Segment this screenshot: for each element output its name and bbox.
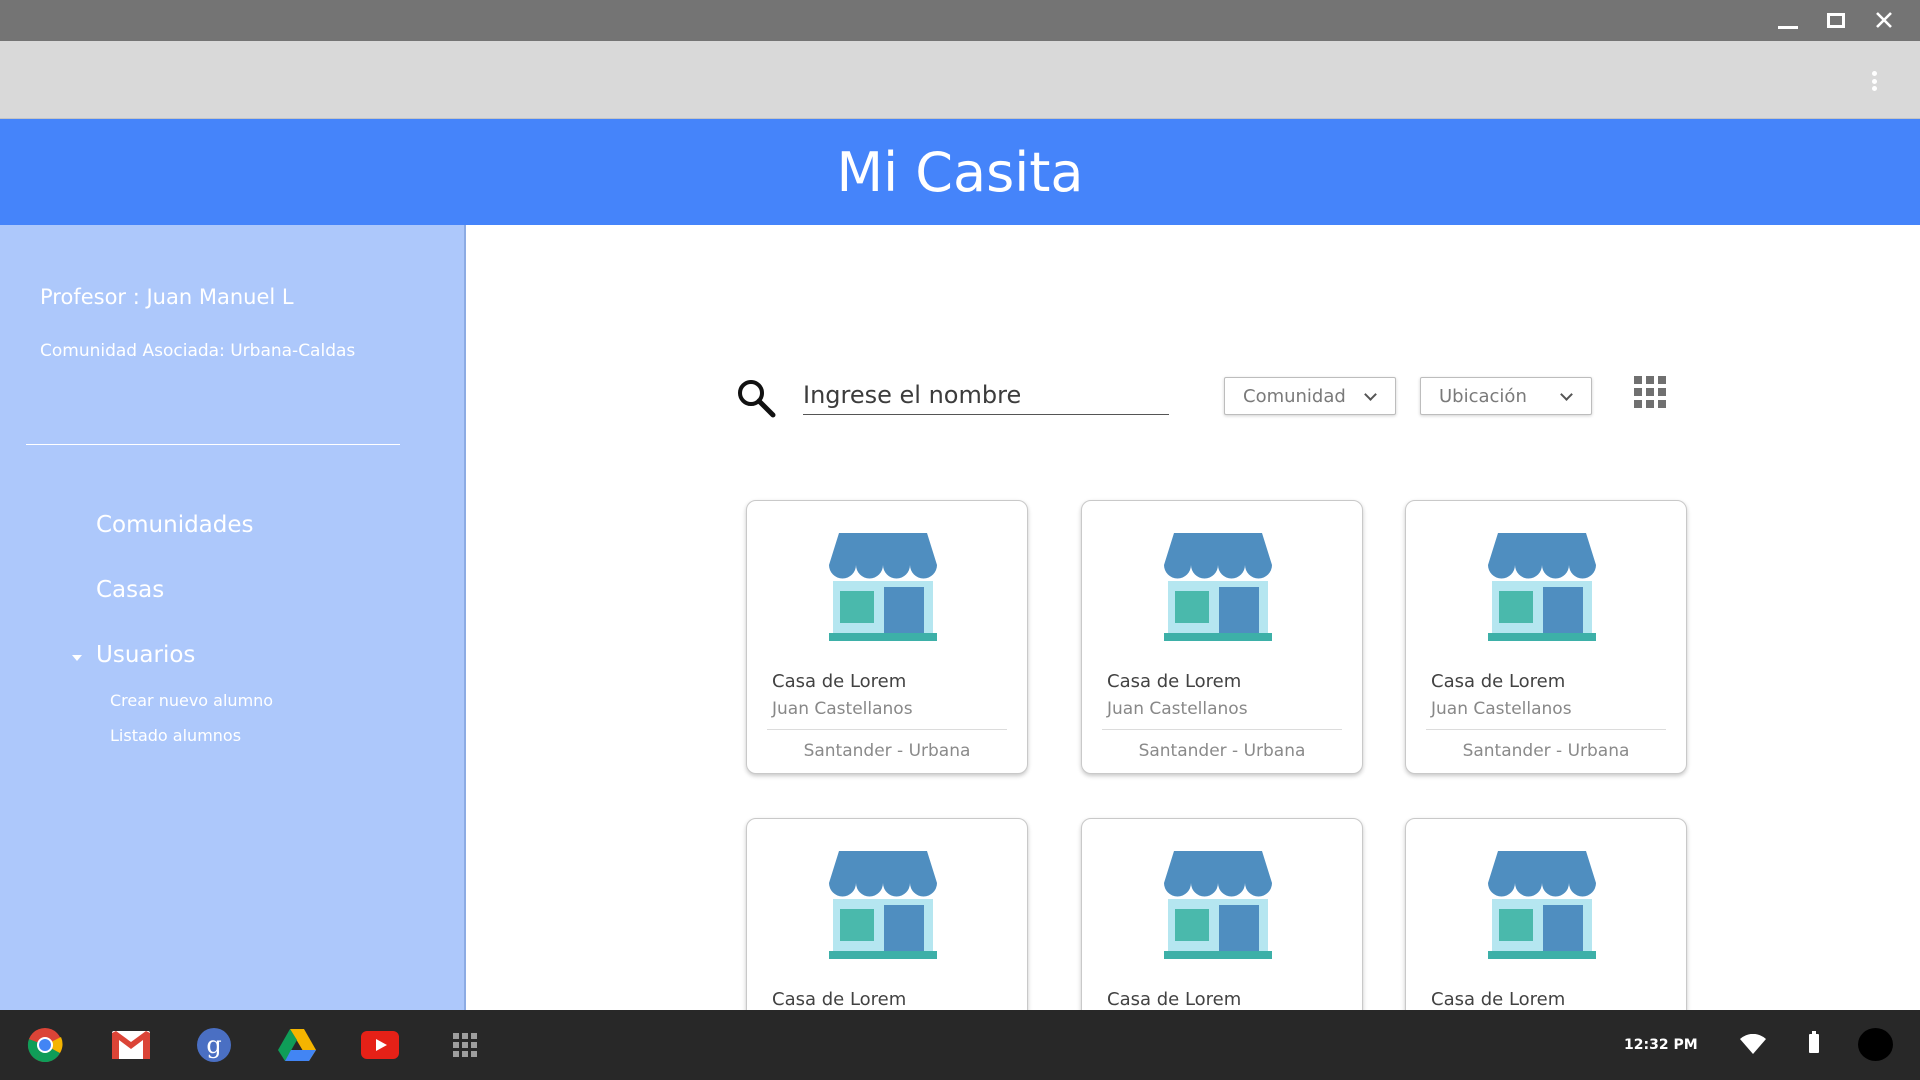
- minimize-button[interactable]: [1772, 6, 1804, 34]
- house-icon: [1164, 533, 1272, 641]
- browser-toolbar: [0, 41, 1920, 119]
- card-title: Casa de Lorem: [1431, 989, 1566, 1010]
- google-plus-icon[interactable]: g: [195, 1027, 233, 1063]
- profesor-label: Profesor : Juan Manuel L: [40, 285, 294, 309]
- house-card[interactable]: Casa de Lorem: [746, 818, 1028, 1010]
- house-card[interactable]: Casa de Lorem: [1081, 818, 1363, 1010]
- more-options-icon[interactable]: [1862, 69, 1886, 93]
- house-icon: [1164, 851, 1272, 959]
- sidebar-divider: [26, 444, 400, 445]
- card-title: Casa de Lorem: [772, 989, 907, 1010]
- card-divider: [1102, 729, 1342, 730]
- house-icon: [1488, 533, 1596, 641]
- chrome-icon[interactable]: [26, 1027, 64, 1063]
- house-card[interactable]: Casa de Lorem Juan Castellanos Santander…: [746, 500, 1028, 774]
- card-divider: [767, 729, 1007, 730]
- close-icon: [1876, 12, 1892, 28]
- house-card[interactable]: Casa de Lorem Juan Castellanos Santander…: [1081, 500, 1363, 774]
- sidebar-subitem-listado-alumnos[interactable]: Listado alumnos: [110, 726, 241, 745]
- app-title: Mi Casita: [836, 140, 1084, 204]
- drive-icon[interactable]: [278, 1027, 316, 1063]
- sidebar-item-usuarios[interactable]: Usuarios: [96, 642, 195, 668]
- cards-container: Casa de Lorem Juan Castellanos Santander…: [468, 225, 1920, 1010]
- youtube-icon[interactable]: [361, 1027, 399, 1063]
- house-card[interactable]: Casa de Lorem Juan Castellanos Santander…: [1405, 500, 1687, 774]
- card-owner: Juan Castellanos: [1107, 699, 1248, 719]
- expand-caret-icon[interactable]: [72, 655, 82, 661]
- sidebar-item-comunidades[interactable]: Comunidades: [96, 512, 254, 538]
- maximize-icon: [1827, 12, 1845, 28]
- window-titlebar: [0, 0, 1920, 41]
- wifi-icon[interactable]: [1740, 1034, 1766, 1054]
- maximize-button[interactable]: [1820, 6, 1852, 34]
- sidebar: Profesor : Juan Manuel L Comunidad Asoci…: [0, 225, 466, 1010]
- card-divider: [1426, 729, 1666, 730]
- minimize-icon: [1778, 25, 1798, 29]
- card-location: Santander - Urbana: [1138, 741, 1306, 761]
- card-location: Santander - Urbana: [803, 741, 971, 761]
- svg-text:g: g: [206, 1031, 221, 1059]
- close-button[interactable]: [1868, 6, 1900, 34]
- card-location: Santander - Urbana: [1462, 741, 1630, 761]
- card-title: Casa de Lorem: [1431, 671, 1566, 692]
- app-launcher-icon[interactable]: [446, 1027, 484, 1063]
- community-label: Comunidad Asociada: Urbana-Caldas: [40, 341, 356, 361]
- house-icon: [829, 533, 937, 641]
- battery-icon[interactable]: [1809, 1031, 1819, 1053]
- system-clock[interactable]: 12:32 PM: [1624, 1037, 1698, 1053]
- card-owner: Juan Castellanos: [772, 699, 913, 719]
- card-title: Casa de Lorem: [772, 671, 907, 692]
- sidebar-item-casas[interactable]: Casas: [96, 577, 164, 603]
- house-icon: [829, 851, 937, 959]
- card-title: Casa de Lorem: [1107, 671, 1242, 692]
- taskbar: g 12:32 PM: [0, 1010, 1920, 1080]
- card-title: Casa de Lorem: [1107, 989, 1242, 1010]
- app-header: Mi Casita: [0, 119, 1920, 225]
- account-avatar[interactable]: [1858, 1028, 1893, 1061]
- gmail-icon[interactable]: [112, 1027, 150, 1063]
- house-card[interactable]: Casa de Lorem: [1405, 818, 1687, 1010]
- sidebar-subitem-crear-alumno[interactable]: Crear nuevo alumno: [110, 691, 273, 710]
- house-icon: [1488, 851, 1596, 959]
- card-owner: Juan Castellanos: [1431, 699, 1572, 719]
